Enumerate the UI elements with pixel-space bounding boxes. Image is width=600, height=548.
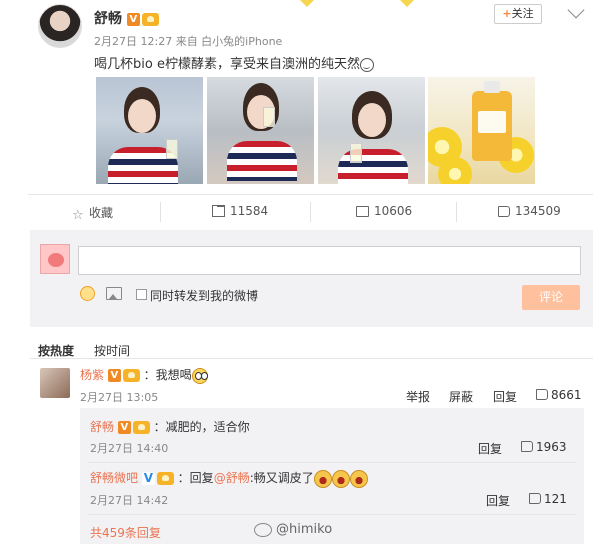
watermark-text: @himiko: [276, 522, 333, 537]
like-button[interactable]: 134509: [498, 204, 561, 218]
post-body: 喝几杯bio e柠檬酵素，享受来自澳洲的纯天然: [94, 57, 360, 72]
thumbs-up-icon: [498, 206, 510, 217]
post-text: 喝几杯bio e柠檬酵素，享受来自澳洲的纯天然: [94, 53, 374, 72]
report-link[interactable]: 举报: [406, 388, 430, 405]
like-count: 134509: [515, 204, 561, 218]
comment-input[interactable]: [78, 246, 581, 275]
comment-like-count: 8661: [551, 388, 582, 402]
mention-link[interactable]: @舒畅: [214, 471, 250, 485]
verified-blue-v-icon: V: [141, 471, 155, 485]
tab-by-time[interactable]: 按时间: [94, 342, 130, 359]
post-meta: 2月27日 12:27 来自 白小兔的iPhone: [94, 35, 283, 48]
thumbs-up-icon: [536, 389, 548, 400]
favorite-button[interactable]: ☆ 收藏: [72, 204, 113, 222]
wide-eyes-emoji-icon: [191, 367, 208, 384]
divider: [30, 358, 593, 359]
star-icon: ☆: [72, 208, 84, 223]
laughing-emoji-icon: [331, 469, 350, 488]
repost-checkbox-label[interactable]: 同时转发到我的微博: [150, 287, 258, 304]
repost-icon: [212, 205, 225, 217]
reply-text: ：减肥的，适合你: [153, 420, 250, 434]
reply-like-button[interactable]: 1963: [521, 440, 567, 454]
thumbs-up-icon: [521, 441, 533, 452]
top-marker: [400, 0, 414, 7]
vip-crown-icon: [122, 369, 140, 382]
vip-crown-icon: [132, 421, 150, 434]
reply-row: 舒畅 V ：减肥的，适合你: [90, 418, 250, 435]
reply-row: 舒畅微吧 V ：回复@舒畅:畅又调皮了: [90, 469, 368, 488]
verified-v-icon: V: [107, 369, 121, 382]
comment-submit-button[interactable]: 评论: [522, 285, 580, 310]
post-photo-4[interactable]: [428, 77, 535, 184]
watermark: @himiko: [254, 522, 332, 537]
divider: [456, 202, 457, 222]
more-replies-link[interactable]: 共459条回复: [90, 524, 161, 541]
emoji-picker-icon[interactable]: [80, 286, 95, 301]
follow-label: 关注: [511, 7, 534, 20]
thumbs-up-icon: [529, 493, 541, 504]
comment-text: ：我想喝: [143, 368, 192, 382]
verified-v-icon: V: [117, 421, 131, 434]
divider: [28, 194, 593, 195]
repost-button[interactable]: 11584: [212, 204, 268, 218]
divider: [310, 202, 311, 222]
commenter-avatar[interactable]: [40, 368, 70, 398]
reply-link[interactable]: 回复: [486, 492, 510, 509]
author-row: 舒畅 V: [94, 8, 159, 28]
replier-name[interactable]: 舒畅微吧: [90, 471, 138, 485]
reply-link[interactable]: 回复: [493, 388, 517, 405]
reply-like-count: 121: [544, 492, 567, 506]
comment-count: 10606: [374, 204, 413, 218]
post-photo-3[interactable]: [318, 77, 425, 184]
reply-link[interactable]: 回复: [478, 440, 502, 457]
post-photo-2[interactable]: [207, 77, 314, 184]
reply-text-prefix: ：回复: [177, 471, 214, 485]
post-photo-1[interactable]: [96, 77, 203, 184]
follow-button[interactable]: +关注: [494, 4, 542, 24]
image-upload-icon[interactable]: [106, 287, 122, 300]
author-name[interactable]: 舒畅: [94, 11, 122, 27]
chevron-down-icon[interactable]: [567, 1, 585, 19]
laughing-emoji-icon: [313, 469, 332, 488]
comment-like-button[interactable]: 8661: [536, 388, 582, 402]
reply-text-suffix: :畅又调皮了: [249, 471, 314, 485]
plus-icon: +: [502, 7, 512, 20]
author-avatar[interactable]: [38, 4, 82, 48]
divider: [160, 202, 161, 222]
verified-v-icon: V: [126, 12, 140, 26]
vip-crown-icon: [141, 12, 159, 26]
commenter-name[interactable]: 杨紫: [80, 368, 104, 382]
repost-checkbox[interactable]: [136, 289, 147, 300]
weibo-logo-icon: [254, 522, 272, 537]
reply-like-button[interactable]: 121: [529, 492, 567, 506]
comment-icon: [356, 206, 369, 217]
current-user-avatar: [40, 244, 70, 274]
comment-row: 杨紫 V ：我想喝: [80, 366, 208, 384]
comment-time: 2月27日 13:05: [80, 391, 159, 404]
tab-by-hot[interactable]: 按热度: [38, 342, 74, 359]
favorite-label: 收藏: [89, 206, 114, 220]
reply-time: 2月27日 14:42: [90, 494, 169, 507]
laughing-emoji-icon: [349, 469, 368, 488]
reply-like-count: 1963: [536, 440, 567, 454]
top-marker: [300, 0, 314, 7]
reply-time: 2月27日 14:40: [90, 442, 169, 455]
comment-button[interactable]: 10606: [356, 204, 412, 218]
divider: [88, 514, 576, 515]
divider: [88, 462, 576, 463]
smile-emoji-icon: [359, 57, 374, 72]
comment-composer: [30, 230, 593, 327]
block-link[interactable]: 屏蔽: [449, 388, 473, 405]
vip-crown-icon: [156, 472, 174, 485]
repost-count: 11584: [230, 204, 269, 218]
replier-name[interactable]: 舒畅: [90, 420, 114, 434]
